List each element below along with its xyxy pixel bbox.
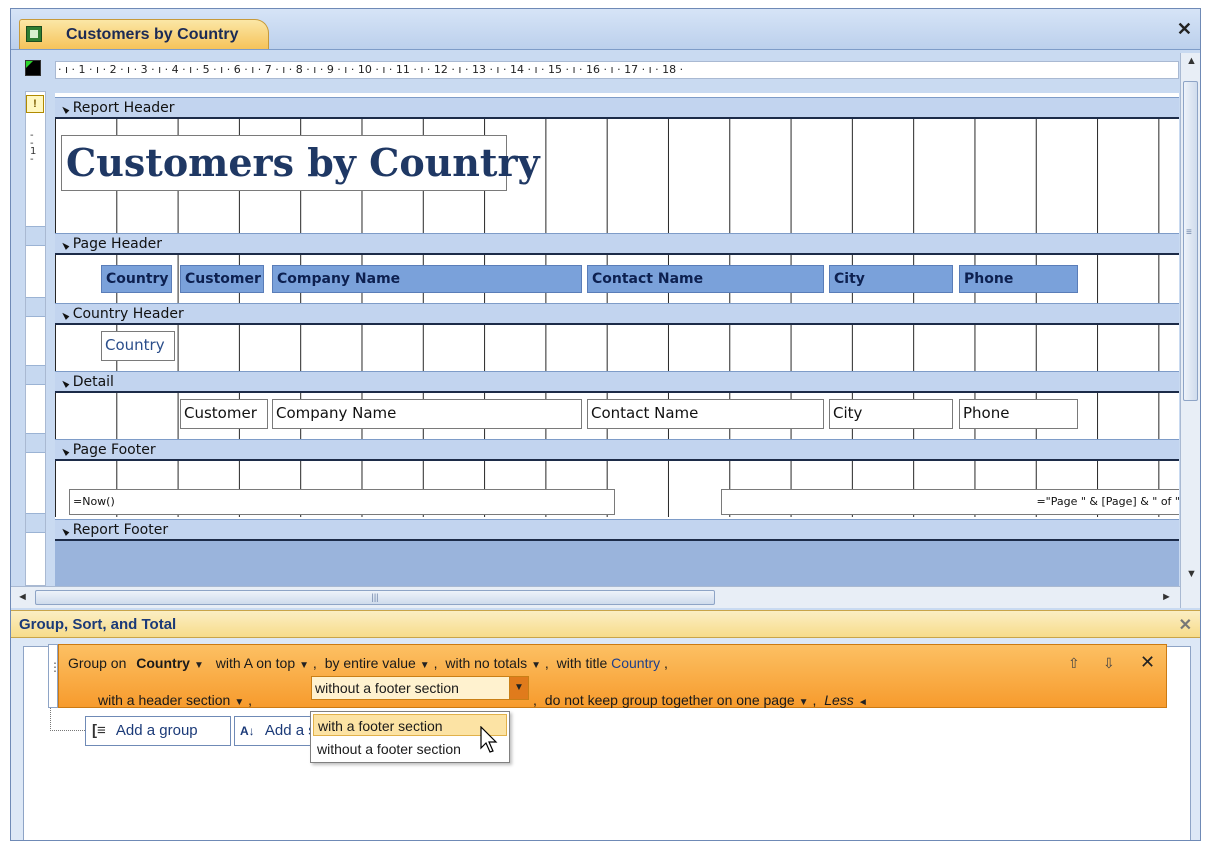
close-pane-icon[interactable]: ✕ xyxy=(1179,615,1192,635)
vertical-scroll-thumb[interactable] xyxy=(1183,81,1198,401)
report-selector[interactable] xyxy=(25,60,41,76)
section-selector-detail[interactable] xyxy=(26,365,45,385)
now-textbox[interactable]: =Now() xyxy=(69,489,615,515)
footer-section-selector[interactable]: without a footer section xyxy=(311,676,529,700)
report-footer-label: Report Footer xyxy=(61,522,168,538)
label-company-name[interactable]: Company Name xyxy=(272,265,582,293)
scroll-up-icon[interactable]: ▲ xyxy=(1186,55,1197,67)
header-section-selector[interactable]: with a header section xyxy=(98,692,230,708)
keep-together-selector[interactable]: do not keep group together on one page xyxy=(545,692,795,708)
footer-dropdown-chevron-icon[interactable]: ▼ xyxy=(509,676,529,700)
report-icon xyxy=(26,26,42,42)
group-line-2-rest: , do not keep group together on one page… xyxy=(533,692,868,708)
contact-name-textbox[interactable]: Contact Name xyxy=(587,399,824,429)
detail-band[interactable]: Detail xyxy=(55,371,1179,393)
report-design-surface[interactable]: Report Header Customers by Country Page … xyxy=(55,93,1179,587)
group-title-link[interactable]: Country xyxy=(611,655,660,671)
delete-group-icon[interactable]: ✕ xyxy=(1140,652,1155,673)
label-phone[interactable]: Phone xyxy=(959,265,1078,293)
mouse-cursor-icon xyxy=(480,725,500,756)
totals-selector[interactable]: with no totals xyxy=(445,655,527,671)
group-line-1: Group on Country ▼ with A on top ▼ , by en… xyxy=(68,655,668,671)
label-country[interactable]: Country xyxy=(101,265,172,293)
tab-customers-by-country[interactable]: Customers by Country xyxy=(19,19,269,49)
chevron-down-icon[interactable]: ▼ xyxy=(799,697,809,708)
scroll-left-icon[interactable]: ◄ xyxy=(17,591,28,603)
warning-icon[interactable]: ! xyxy=(26,95,44,113)
move-up-icon[interactable]: ⇧ xyxy=(1068,655,1080,672)
horizontal-scrollbar[interactable]: ◄ ||| ► xyxy=(11,586,1180,608)
section-selector-page-header[interactable] xyxy=(26,226,45,246)
group-interval-selector[interactable]: by entire value xyxy=(325,655,416,671)
collapse-left-icon[interactable]: ◄ xyxy=(858,697,868,708)
add-sort-button[interactable]: A↓ Add a sort xyxy=(234,716,314,746)
sort-order-selector[interactable]: with A on top xyxy=(216,655,295,671)
chevron-down-icon[interactable]: ▼ xyxy=(299,660,309,671)
title-prefix: with title xyxy=(556,655,608,671)
company-name-textbox[interactable]: Company Name xyxy=(272,399,582,429)
group-on-label: Group on xyxy=(68,655,127,671)
group-sort-total-titlebar: Group, Sort, and Total ✕ xyxy=(11,610,1200,638)
report-footer-band[interactable]: Report Footer xyxy=(55,519,1179,541)
section-selector-report-footer[interactable] xyxy=(26,513,45,533)
chevron-down-icon[interactable]: ▼ xyxy=(531,660,541,671)
option-without-footer[interactable]: without a footer section xyxy=(313,738,507,760)
city-textbox[interactable]: City xyxy=(829,399,953,429)
vertical-scrollbar[interactable]: ▲ ▼ xyxy=(1180,53,1200,608)
country-header-label: Country Header xyxy=(61,306,184,322)
horizontal-scroll-thumb[interactable]: ||| xyxy=(35,590,715,605)
group-row-grip[interactable]: ⋮ xyxy=(48,644,61,708)
page-number-textbox[interactable]: ="Page " & [Page] & " of " xyxy=(721,489,1179,515)
section-selector-page-footer[interactable] xyxy=(26,433,45,453)
move-down-icon[interactable]: ⇩ xyxy=(1103,655,1115,672)
chevron-down-icon[interactable]: ▼ xyxy=(194,660,204,671)
tree-connector xyxy=(50,708,85,731)
vruler-ticks: --1- xyxy=(30,130,37,165)
vertical-ruler[interactable]: --1- xyxy=(25,91,46,586)
report-header-band[interactable]: Report Header xyxy=(55,97,1179,119)
group-sort-total-title: Group, Sort, and Total xyxy=(19,616,177,633)
report-title-control[interactable]: Customers by Country xyxy=(61,135,540,191)
detail-label: Detail xyxy=(61,374,114,390)
page-footer-label: Page Footer xyxy=(61,442,156,458)
less-button[interactable]: Less xyxy=(824,692,854,708)
country-header-band[interactable]: Country Header xyxy=(55,303,1179,325)
group-field-selector[interactable]: Country xyxy=(136,655,190,671)
section-selector-country-header[interactable] xyxy=(26,297,45,317)
country-header-grid xyxy=(55,325,1179,371)
scroll-right-icon[interactable]: ► xyxy=(1161,591,1172,603)
document-tab-bar: Customers by Country ✕ xyxy=(11,9,1200,50)
scroll-down-icon[interactable]: ▼ xyxy=(1186,568,1197,580)
chevron-down-icon[interactable]: ▼ xyxy=(420,660,430,671)
close-document-button[interactable]: ✕ xyxy=(1177,19,1192,40)
page-header-label: Page Header xyxy=(61,236,162,252)
page-header-band[interactable]: Page Header xyxy=(55,233,1179,255)
customer-textbox[interactable]: Customer xyxy=(180,399,268,429)
chevron-down-icon[interactable]: ▼ xyxy=(234,697,244,708)
add-sort-label: Add a sort xyxy=(264,722,313,739)
sort-az-icon: A↓ xyxy=(240,724,255,738)
add-group-label: Add a group xyxy=(115,722,198,739)
phone-textbox[interactable]: Phone xyxy=(959,399,1078,429)
report-header-label: Report Header xyxy=(61,100,175,116)
label-contact-name[interactable]: Contact Name xyxy=(587,265,824,293)
option-with-footer[interactable]: with a footer section xyxy=(313,714,507,736)
report-footer-area xyxy=(55,541,1179,587)
label-customer[interactable]: Customer xyxy=(180,265,264,293)
label-city[interactable]: City xyxy=(829,265,953,293)
horizontal-ruler[interactable]: · ı · 1 · ı · 2 · ı · 3 · ı · 4 · ı · 5 … xyxy=(55,61,1179,79)
page-footer-band[interactable]: Page Footer xyxy=(55,439,1179,461)
tab-label: Customers by Country xyxy=(66,26,239,43)
group-line-2: with a header section ▼ , xyxy=(98,692,252,708)
add-group-button[interactable]: [≡ Add a group xyxy=(85,716,231,746)
add-group-icon: [≡ xyxy=(92,722,106,739)
country-textbox[interactable]: Country xyxy=(101,331,175,361)
